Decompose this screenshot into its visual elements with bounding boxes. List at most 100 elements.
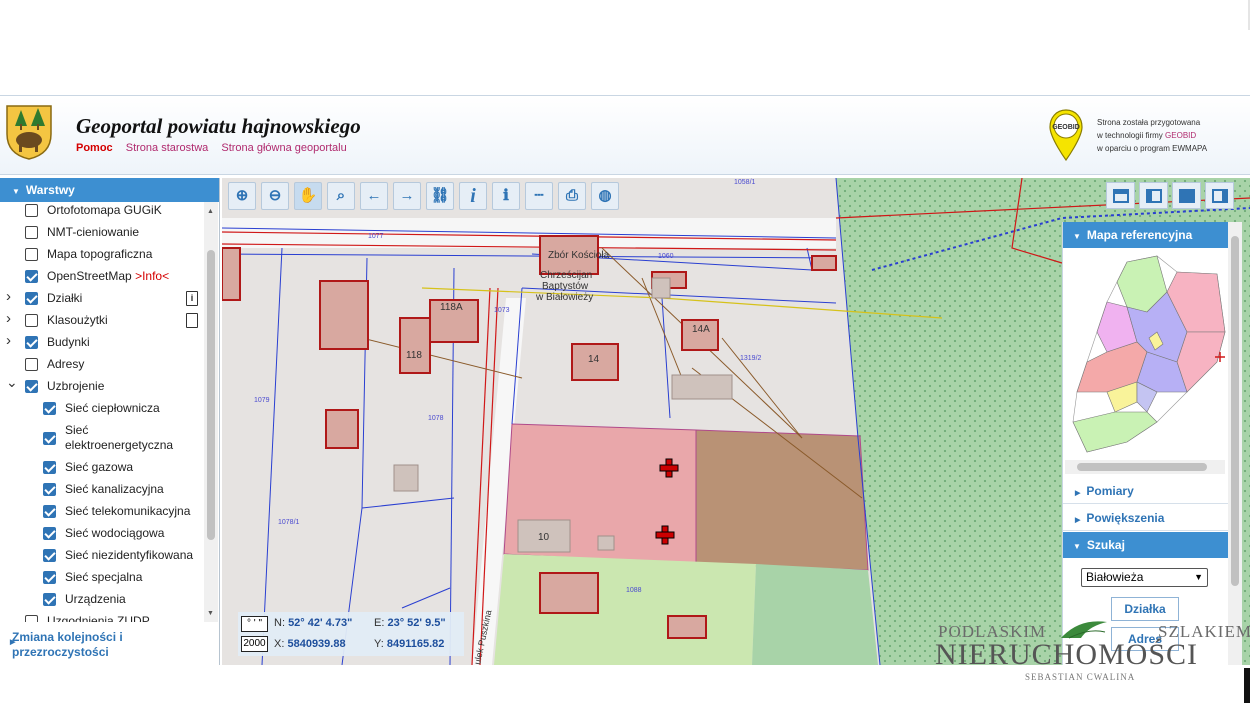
x-label: X:: [274, 638, 285, 650]
layer-checkbox[interactable]: [25, 248, 38, 261]
reference-map-scrollbar[interactable]: [1065, 460, 1225, 474]
layer-label-text: Klasoużytki: [47, 313, 108, 327]
layer-checkbox[interactable]: [25, 204, 38, 217]
parcel-label: 1077: [368, 233, 384, 240]
layers-scrollbar[interactable]: ▲ ▼: [204, 202, 218, 622]
layer-item[interactable]: OpenStreetMap >Info<: [0, 266, 204, 288]
scale-box[interactable]: 2000: [241, 636, 268, 652]
print-icon[interactable]: ⎙: [558, 182, 586, 210]
layer-item[interactable]: Urządzenia: [0, 589, 204, 611]
layer-label: Sieć wodociągowa: [65, 523, 164, 543]
layer-label-text: Sieć specjalna: [65, 570, 143, 584]
chevron-down-icon[interactable]: ⌄: [6, 372, 18, 392]
layer-item[interactable]: › Klasoużytki: [0, 310, 204, 332]
layer-item[interactable]: › Budynki: [0, 332, 204, 354]
layer-checkbox[interactable]: [25, 292, 38, 305]
scroll-down-icon[interactable]: ▼: [207, 610, 214, 617]
zoom-out-icon[interactable]: ⊖: [261, 182, 289, 210]
layer-checkbox[interactable]: [25, 314, 38, 327]
layer-checkbox[interactable]: [25, 358, 38, 371]
reference-map-header[interactable]: ▼ Mapa referencyjna: [1063, 222, 1228, 248]
reference-map[interactable]: [1067, 252, 1227, 458]
layer-item[interactable]: Sieć gazowa: [0, 457, 204, 479]
layer-checkbox[interactable]: [43, 432, 56, 445]
measure-section[interactable]: ▶ Pomiary: [1063, 478, 1229, 504]
layer-checkbox[interactable]: [43, 461, 56, 474]
layer-checkbox[interactable]: [25, 336, 38, 349]
side-panel-scrollbar-thumb[interactable]: [1231, 236, 1239, 586]
layers-scrollbar-thumb[interactable]: [207, 250, 215, 540]
layout-right-icon[interactable]: [1205, 182, 1234, 209]
side-panel-scrollbar[interactable]: [1228, 222, 1242, 665]
layers-panel-header[interactable]: ▼ Warstwy: [0, 178, 219, 202]
info-doc-icon[interactable]: ℹ: [492, 182, 520, 210]
geobid-logo-icon[interactable]: GEOBID: [1048, 108, 1084, 162]
layer-checkbox[interactable]: [25, 226, 38, 239]
help-link[interactable]: Pomoc: [76, 142, 113, 154]
layer-checkbox[interactable]: [25, 270, 38, 283]
measure-icon[interactable]: ┄: [525, 182, 553, 210]
reference-map-scrollbar-thumb[interactable]: [1077, 463, 1207, 471]
chevron-right-icon[interactable]: ›: [6, 331, 11, 351]
chevron-right-icon[interactable]: ›: [6, 309, 11, 329]
layout-top-icon[interactable]: [1106, 182, 1135, 209]
layer-item[interactable]: Sieć telekomunikacyjna: [0, 501, 204, 523]
locality-select[interactable]: Białowieża ▼: [1081, 568, 1208, 587]
search-section-header[interactable]: ▼ Szukaj: [1063, 532, 1229, 558]
layer-checkbox[interactable]: [25, 380, 38, 393]
zoom-in-icon[interactable]: ⊕: [228, 182, 256, 210]
globe-icon[interactable]: ◍: [591, 182, 619, 210]
layer-checkbox[interactable]: [43, 527, 56, 540]
layer-checkbox[interactable]: [43, 549, 56, 562]
layer-item[interactable]: Adresy: [0, 354, 204, 376]
pan-hand-icon[interactable]: ✋: [294, 182, 322, 210]
parcel-label: 1058/1: [734, 179, 756, 186]
zoom-section[interactable]: ▶ Powiększenia: [1063, 505, 1229, 531]
layer-document-icon[interactable]: i: [186, 291, 198, 306]
arrow-right-icon[interactable]: →: [393, 182, 421, 210]
coord-format-toggle[interactable]: ° ' ": [241, 616, 268, 632]
layer-item[interactable]: Sieć elektroenergetyczna: [0, 420, 204, 457]
layer-item[interactable]: Sieć kanalizacyjna: [0, 479, 204, 501]
chevron-right-icon[interactable]: ›: [6, 287, 11, 307]
layer-item[interactable]: ⌄ Uzbrojenie: [0, 374, 204, 398]
link-icon[interactable]: ⛓: [426, 182, 454, 210]
layer-label-text: Sieć: [65, 423, 89, 437]
layer-label: Uzgodnienia ZUDP: [47, 611, 150, 622]
zoom-window-icon[interactable]: ⌕: [327, 182, 355, 210]
site-header: Geoportal powiatu hajnowskiego Pomoc Str…: [0, 95, 1250, 175]
export-icon[interactable]: [1172, 182, 1201, 209]
layer-document-icon[interactable]: [186, 313, 198, 328]
layer-item[interactable]: Mapa topograficzna: [0, 244, 204, 266]
layout-top-icon-glyph: [1113, 189, 1129, 203]
search-parcel-button[interactable]: Działka: [1111, 597, 1179, 621]
export-icon-glyph: [1179, 189, 1195, 203]
arrow-left-icon[interactable]: ←: [360, 182, 388, 210]
layer-checkbox[interactable]: [43, 571, 56, 584]
layer-item[interactable]: Ortofotomapa GUGiK: [0, 202, 204, 222]
layer-item[interactable]: Sieć specjalna: [0, 567, 204, 589]
layer-item[interactable]: Sieć niezidentyfikowana: [0, 545, 204, 567]
layer-checkbox[interactable]: [43, 402, 56, 415]
layer-checkbox[interactable]: [43, 593, 56, 606]
layer-checkbox[interactable]: [43, 483, 56, 496]
search-address-button[interactable]: Adres: [1111, 627, 1179, 651]
info-icon[interactable]: i: [459, 182, 487, 210]
collapse-triangle-icon: ▼: [1073, 542, 1081, 551]
layer-checkbox[interactable]: [43, 505, 56, 518]
scroll-up-icon[interactable]: ▲: [207, 208, 214, 215]
layer-item[interactable]: Sieć wodociągowa: [0, 523, 204, 545]
layer-order-link[interactable]: ▶ Zmiana kolejności i przezroczystości: [10, 630, 123, 660]
layer-label-text: Adresy: [47, 357, 85, 371]
layer-item[interactable]: › Działki i: [0, 288, 204, 310]
geoportal-home-link[interactable]: Strona główna geoportalu: [221, 142, 346, 154]
layer-item[interactable]: NMT-cieniowanie: [0, 222, 204, 244]
layer-item[interactable]: Sieć ciepłownicza: [0, 398, 204, 420]
expand-triangle-icon: ▶: [1075, 517, 1081, 524]
layout-left-icon[interactable]: [1139, 182, 1168, 209]
layer-info-link[interactable]: >Info<: [135, 269, 169, 283]
layer-item[interactable]: Uzgodnienia ZUDP: [0, 611, 204, 622]
county-office-link[interactable]: Strona starostwa: [126, 142, 209, 154]
layer-checkbox[interactable]: [25, 615, 38, 622]
layer-label: Sieć specjalna: [65, 567, 142, 587]
